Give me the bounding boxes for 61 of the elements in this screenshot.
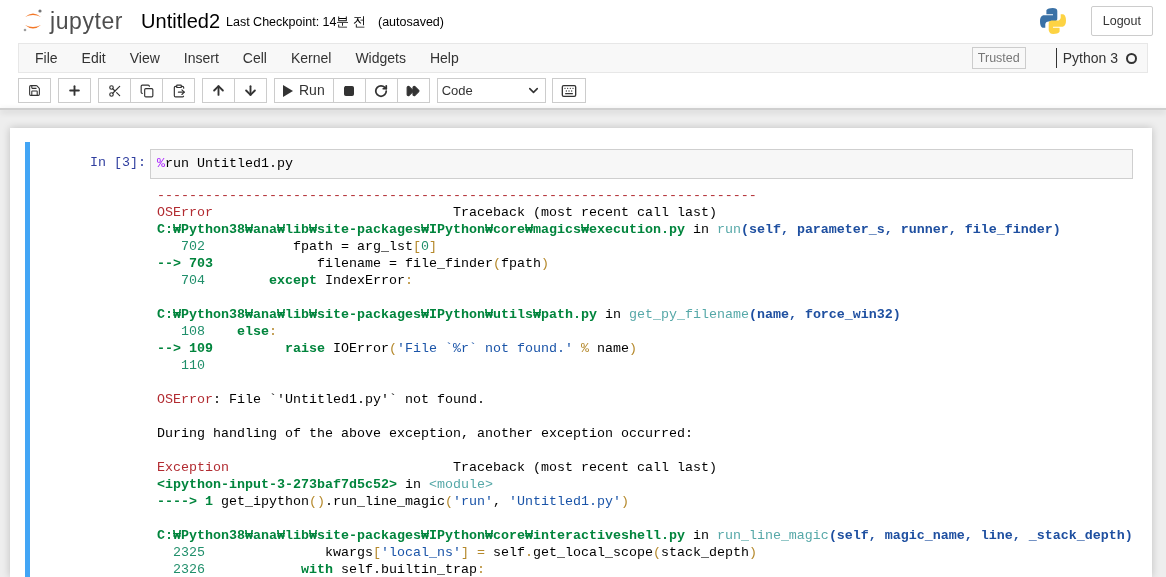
traceback-line: 704 except IndexError: — [180, 272, 413, 289]
cut-button[interactable] — [98, 78, 131, 103]
menu-item[interactable]: View — [117, 44, 172, 72]
insert-cell-button[interactable] — [58, 78, 91, 103]
menu-item[interactable]: Widgets — [343, 44, 418, 72]
code-input[interactable]: %run Untitled1.py — [150, 149, 1133, 179]
plus-icon — [67, 83, 82, 98]
python-logo-icon — [1038, 7, 1067, 35]
menu-item[interactable]: File — [23, 44, 70, 72]
copy-icon — [139, 83, 154, 98]
menu-item[interactable]: Insert — [171, 44, 231, 72]
menu-item[interactable]: Edit — [69, 44, 118, 72]
traceback-line: <ipython-input-3-273baf7d5c52> in <module> — [157, 476, 493, 493]
fast-forward-icon — [406, 83, 421, 98]
traceback-line: 108 else: — [180, 323, 277, 340]
traceback-line: 2326 with self.builtin_trap: — [172, 561, 485, 577]
traceback-line: OSError Traceback (most recent call last) — [157, 204, 717, 221]
restart-icon — [374, 83, 389, 98]
notebook-name[interactable]: Untitled2 — [141, 6, 220, 36]
traceback-line: C:₩Python38₩ana₩lib₩site-packages₩IPython₩utils₩path.py in get_py_filename(name, force_win32) — [157, 306, 901, 323]
menu-item[interactable]: Help — [417, 44, 471, 72]
save-button[interactable] — [18, 78, 51, 103]
traceback-line: OSError: File `'Untitled1.py'` not found. — [157, 391, 485, 408]
run-button[interactable]: Run — [274, 78, 334, 103]
traceback-line: During handling of the above exception, another exception occurred: — [157, 425, 693, 442]
traceback-line: 2325 kwargs['local_ns'] = self.get_local_scope(stack_depth) — [172, 544, 757, 561]
traceback-line: --> 109 raise IOError('File `%r` not found.' % name) — [157, 340, 637, 357]
play-icon — [283, 84, 293, 97]
jupyter-wordmark[interactable]: jupyter — [50, 3, 124, 39]
keyboard-icon — [560, 82, 577, 99]
scissors-icon — [107, 83, 122, 98]
copy-button[interactable] — [130, 78, 163, 103]
run-all-button[interactable] — [396, 78, 430, 103]
traceback-line: Exception Traceback (most recent call last) — [157, 459, 717, 476]
traceback-line: C:₩Python38₩ana₩lib₩site-packages₩IPython₩core₩interactiveshell.py in run_line_magic(self, magic_name, line, _stack_depth) — [157, 527, 1133, 544]
stop-icon — [343, 84, 356, 97]
restart-button[interactable] — [364, 78, 398, 103]
kernel-name: Python 3 — [1062, 48, 1118, 68]
autosave-status: (autosaved) — [377, 14, 444, 32]
menu-item[interactable]: Cell — [230, 44, 279, 72]
move-up-button[interactable] — [202, 78, 235, 103]
paste-button[interactable] — [162, 78, 195, 103]
traceback-line: ----> 1 get_ipython().run_line_magic('run', 'Untitled1.py') — [157, 493, 629, 510]
keyboard-shortcuts-button[interactable] — [551, 78, 586, 103]
save-icon — [28, 84, 41, 97]
stop-button[interactable] — [332, 78, 366, 103]
traceback-line: --------------------------------------------------------------------------- — [157, 187, 757, 204]
traceback-line: 702 fpath = arg_lst[0] — [180, 238, 437, 255]
traceback-line: --> 703 filename = file_finder(fpath) — [157, 255, 549, 272]
arrow-down-icon — [243, 83, 258, 98]
checkpoint-text: Last Checkpoint: 14분 전 — [226, 14, 366, 32]
logout-button[interactable]: Logout — [1090, 6, 1153, 36]
jupyter-logo-icon — [22, 8, 44, 34]
trusted-indicator[interactable]: Trusted — [971, 47, 1026, 69]
traceback-line: 110 — [180, 357, 205, 374]
traceback-line: C:₩Python38₩ana₩lib₩site-packages₩IPython₩core₩magics₩execution.py in run(self, parameter_s, runner, file_finder) — [157, 221, 1061, 238]
cell-type-select[interactable]: Code — [436, 78, 546, 103]
paste-icon — [171, 83, 186, 98]
input-prompt: In [3]: — [90, 154, 146, 172]
menu-item[interactable]: Kernel — [278, 44, 344, 72]
move-down-button[interactable] — [234, 78, 267, 103]
